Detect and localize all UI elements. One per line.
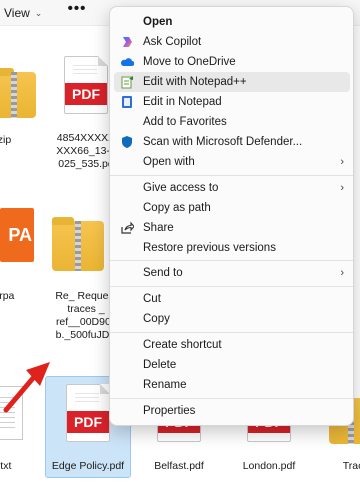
menu-item-add-to-favorites[interactable]: Add to Favorites (114, 112, 350, 132)
zip-icon (52, 217, 104, 271)
menu-item-create-shortcut[interactable]: Create shortcut (114, 335, 350, 355)
pdf-icon: PDF (66, 384, 110, 442)
menu-item-label: Edit with Notepad++ (143, 76, 247, 88)
menu-item-edit-with-notepadpp[interactable]: Edit with Notepad++ (114, 72, 350, 92)
menu-item-label: Ask Copilot (143, 36, 202, 48)
menu-item-scan-with-defender[interactable]: Scan with Microsoft Defender... (114, 132, 350, 152)
menu-item-label: Restore previous versions (143, 242, 276, 254)
copilot-icon (123, 37, 132, 47)
menu-item-label: Cut (143, 293, 161, 305)
menu-item-label: Properties (143, 405, 196, 417)
file-item-rpa[interactable]: PA ll.rpa (0, 200, 46, 310)
menu-item-properties[interactable]: Properties (114, 401, 350, 421)
pdf-badge: PDF (65, 83, 107, 105)
menu-item-label: Delete (143, 359, 177, 371)
menu-item-label: Rename (143, 379, 187, 391)
file-label: .zip (0, 134, 12, 146)
menu-item-label: Edit in Notepad (143, 96, 222, 108)
menu-item-share[interactable]: Share (114, 218, 350, 238)
pdf-icon: PDF (64, 56, 108, 114)
chevron-right-icon: › (340, 267, 344, 279)
menu-item-label: Share (143, 222, 174, 234)
context-menu: Open Ask Copilot Move to OneDrive Edit w… (109, 6, 354, 426)
menu-item-give-access-to[interactable]: Give access to › (114, 178, 350, 198)
menu-item-copy-as-path[interactable]: Copy as path (114, 198, 350, 218)
menu-separator (110, 260, 353, 261)
menu-item-label: Move to OneDrive (143, 56, 236, 68)
menu-item-label: Scan with Microsoft Defender... (143, 136, 303, 148)
file-label: Edge Policy.pdf (51, 460, 125, 472)
menu-item-copy[interactable]: Copy (114, 309, 350, 329)
defender-shield-icon (122, 136, 132, 148)
file-label: et.txt (0, 460, 12, 472)
menu-item-move-to-onedrive[interactable]: Move to OneDrive (114, 52, 350, 72)
menu-item-delete[interactable]: Delete (114, 355, 350, 375)
menu-item-send-to[interactable]: Send to › (114, 263, 350, 283)
notepadpp-icon (121, 76, 133, 89)
menu-item-open[interactable]: Open (114, 12, 350, 32)
menu-separator (110, 398, 353, 399)
menu-separator (110, 286, 353, 287)
notepad-icon (122, 96, 132, 108)
menu-item-label: Copy as path (143, 202, 211, 214)
chevron-right-icon: › (340, 156, 344, 168)
file-item-txt[interactable]: et.txt (0, 378, 43, 478)
chevron-right-icon: › (340, 182, 344, 194)
menu-item-cut[interactable]: Cut (114, 289, 350, 309)
menu-separator (110, 332, 353, 333)
menu-item-label: Add to Favorites (143, 116, 227, 128)
menu-item-edit-in-notepad[interactable]: Edit in Notepad (114, 92, 350, 112)
onedrive-icon (121, 58, 134, 66)
file-label: ll.rpa (0, 290, 15, 302)
menu-item-label: Open with (143, 156, 195, 168)
menu-item-ask-copilot[interactable]: Ask Copilot (114, 32, 350, 52)
menu-item-label: Create shortcut (143, 339, 222, 351)
zip-icon (0, 68, 36, 118)
share-icon (121, 221, 134, 234)
file-label: Belfast.pdf (154, 460, 204, 472)
menu-item-label: Copy (143, 313, 170, 325)
menu-item-rename[interactable]: Rename (114, 375, 350, 395)
view-label: View (4, 6, 30, 20)
txt-icon (0, 386, 23, 440)
menu-item-label: Send to (143, 267, 183, 279)
pdf-badge: PDF (67, 411, 109, 433)
file-item-zip[interactable]: .zip (0, 52, 46, 148)
menu-item-open-with[interactable]: Open with › (114, 152, 350, 172)
more-options-button[interactable]: ••• (67, 1, 87, 22)
file-label: London.pdf (242, 460, 296, 472)
menu-item-label: Open (143, 16, 173, 28)
menu-separator (110, 175, 353, 176)
chevron-down-icon: ⌄ (34, 7, 43, 18)
menu-item-restore-previous-versions[interactable]: Restore previous versions (114, 238, 350, 258)
file-label: Trace (342, 460, 360, 472)
menu-item-label: Give access to (143, 182, 219, 194)
rpa-icon: PA (0, 208, 34, 262)
view-button[interactable]: View ⌄ (4, 3, 42, 23)
